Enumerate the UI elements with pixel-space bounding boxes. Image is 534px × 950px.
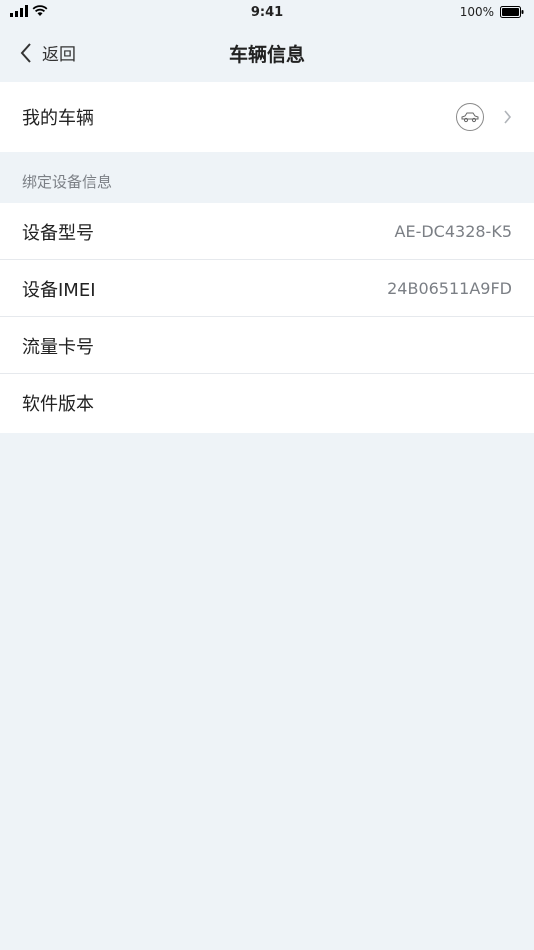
list-item-device-imei: 设备IMEI 24B06511A9FD	[0, 260, 534, 317]
my-vehicle-row[interactable]: 我的车辆	[0, 82, 534, 152]
list-item-device-model: 设备型号 AE-DC4328-K5	[0, 203, 534, 260]
section-header: 绑定设备信息	[22, 173, 113, 191]
battery: 100%	[460, 5, 524, 19]
battery-icon	[500, 6, 524, 18]
item-label: 设备IMEI	[22, 280, 96, 301]
list-item-sim-number: 流量卡号	[0, 317, 534, 374]
item-label: 流量卡号	[22, 337, 94, 358]
item-label: 软件版本	[22, 394, 94, 415]
item-value: AE-DC4328-K5	[394, 222, 512, 241]
car-avatar	[456, 103, 484, 131]
device-info-list: 设备型号 AE-DC4328-K5 设备IMEI 24B06511A9FD 流量…	[0, 203, 534, 433]
battery-percent: 100%	[459, 5, 494, 19]
status-time: 9:41	[250, 5, 284, 20]
car-icon	[461, 112, 479, 123]
nav-bar: 返回 车辆信息	[0, 26, 534, 82]
my-vehicle-label: 我的车辆	[22, 108, 94, 129]
item-label: 设备型号	[22, 223, 94, 244]
chevron-right-icon	[504, 110, 512, 124]
page-title: 车辆信息	[228, 44, 305, 66]
status-bar: 9:41 100%	[0, 0, 534, 26]
item-value: 24B06511A9FD	[387, 279, 512, 298]
list-item-software-version: 软件版本	[0, 374, 534, 431]
